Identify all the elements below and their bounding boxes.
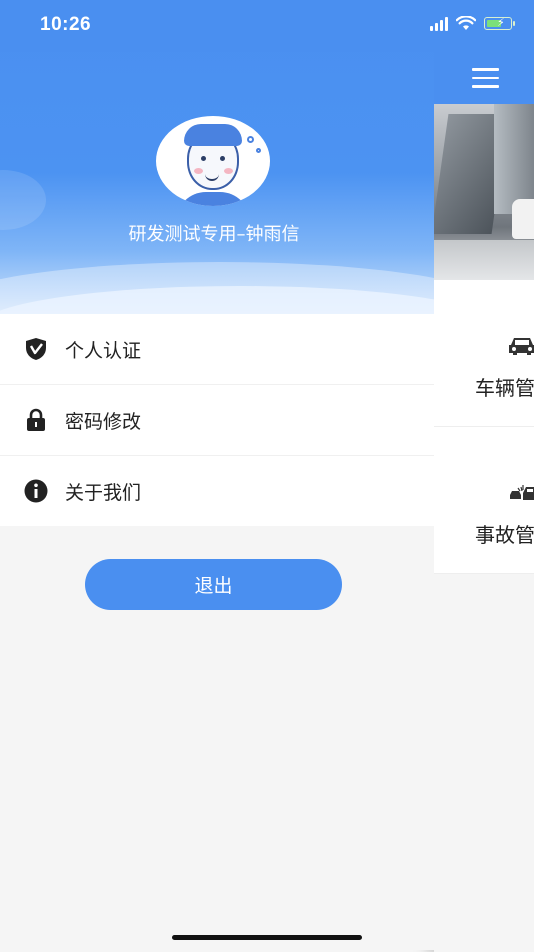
banner-image — [434, 104, 534, 280]
menu-label: 关于我们 — [65, 481, 142, 504]
signal-icon — [430, 16, 448, 31]
status-bar: 10:26 ⚡ — [0, 0, 534, 52]
lock-icon — [23, 408, 48, 433]
status-time: 10:26 — [40, 14, 92, 35]
menu-icon[interactable] — [472, 68, 499, 94]
shield-check-icon — [23, 337, 48, 362]
car-crash-icon — [510, 485, 534, 500]
status-icons: ⚡ — [430, 16, 515, 31]
vehicle-management-label: 车辆管 — [475, 376, 534, 400]
main-panel: 车辆管 事故管 — [434, 52, 534, 952]
accident-management-label: 事故管 — [475, 523, 534, 547]
car-icon — [509, 338, 534, 355]
username: 研发测试专用–钟雨信 — [128, 224, 300, 245]
accident-management-card[interactable]: 事故管 — [434, 427, 534, 574]
home-indicator[interactable] — [172, 935, 362, 940]
main-header — [434, 52, 534, 104]
menu-item-change-password[interactable]: 密码修改 — [0, 385, 434, 456]
menu-item-identity-verification[interactable]: 个人认证 — [0, 314, 434, 385]
menu-label: 个人认证 — [65, 339, 142, 362]
logout-button[interactable]: 退出 — [85, 559, 342, 610]
avatar[interactable] — [156, 116, 270, 206]
drawer-menu: 个人认证 密码修改 关于我们 — [0, 314, 434, 526]
menu-item-about-us[interactable]: 关于我们 — [0, 456, 434, 526]
battery-icon: ⚡ — [484, 16, 515, 30]
menu-label: 密码修改 — [65, 410, 142, 433]
info-icon — [23, 479, 48, 504]
side-drawer: 研发测试专用–钟雨信 个人认证 密码修改 关于我们 退出 — [0, 0, 434, 950]
wifi-icon — [456, 16, 476, 30]
vehicle-management-card[interactable]: 车辆管 — [434, 280, 534, 427]
